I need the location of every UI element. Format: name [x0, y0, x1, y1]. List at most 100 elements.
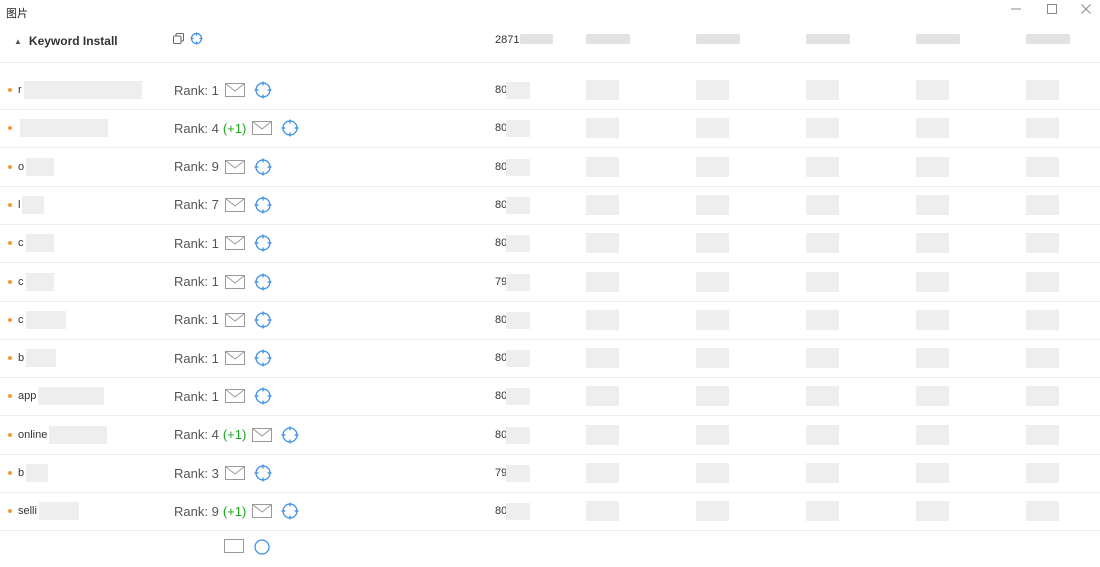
keyword-text[interactable]: online — [18, 429, 47, 441]
redacted-cell — [1026, 501, 1059, 522]
keyword-text[interactable]: b — [18, 467, 24, 479]
rank-cell: Rank: 1 — [174, 377, 272, 415]
mail-icon[interactable] — [252, 427, 273, 442]
target-icon[interactable] — [281, 426, 299, 444]
table-row: r Rank: 1 80 — [0, 71, 1100, 110]
target-icon[interactable] — [190, 32, 203, 50]
target-icon[interactable] — [254, 196, 272, 214]
keyword-text[interactable]: app — [18, 390, 36, 402]
keyword-text[interactable]: l — [18, 199, 20, 211]
bullet-icon — [8, 279, 12, 284]
redacted-cell — [696, 271, 729, 292]
redacted-cell — [806, 348, 839, 369]
mail-icon[interactable] — [224, 274, 245, 289]
keyword-cell: l — [8, 186, 45, 224]
rank-cell: Rank: 3 — [174, 454, 272, 492]
table-row: b Rank: 1 80 — [0, 339, 1100, 379]
mail-icon[interactable] — [224, 312, 245, 327]
keyword-text[interactable]: selli — [18, 505, 37, 517]
keyword-cell: o — [8, 148, 55, 186]
table-header: ▲ Keyword Install 2871 — [0, 24, 1100, 63]
keyword-text[interactable]: r — [18, 84, 22, 96]
target-icon[interactable] — [254, 464, 272, 482]
redacted-cell — [1026, 424, 1059, 445]
table-row: o Rank: 9 80 — [0, 148, 1100, 187]
table-row: c Rank: 1 80 — [0, 224, 1100, 264]
table-row: b Rank: 3 79 — [0, 454, 1100, 493]
rank-cell: Rank: 4 (+1) — [174, 109, 299, 147]
target-icon[interactable] — [281, 119, 299, 137]
copy-icon[interactable] — [172, 32, 185, 50]
rank-change: (+1) — [222, 503, 247, 519]
rank-cell: Rank: 9 — [174, 148, 272, 186]
target-icon[interactable] — [254, 273, 272, 291]
rank-label: Rank: 1 — [174, 388, 219, 404]
caret-up-icon: ▲ — [14, 36, 22, 46]
keyword-text[interactable]: c — [18, 276, 24, 288]
collapse-toggle[interactable]: ▲ Keyword Install — [14, 34, 118, 48]
keyword-text[interactable]: o — [18, 161, 24, 173]
keyword-cell: app — [8, 377, 105, 415]
maximize-icon — [1047, 4, 1057, 14]
redacted-cell — [916, 348, 949, 369]
redacted-cell — [586, 194, 619, 215]
mail-icon[interactable] — [224, 83, 245, 97]
redacted-cell — [1026, 80, 1059, 100]
mail-icon[interactable] — [224, 389, 245, 404]
bullet-icon — [8, 317, 12, 322]
close-button[interactable] — [1070, 0, 1100, 18]
mail-icon — [224, 539, 244, 553]
redacted-cell — [1026, 271, 1059, 292]
redacted-cell — [696, 118, 729, 139]
redacted-cell — [916, 386, 949, 407]
minimize-icon — [1011, 8, 1021, 10]
redacted-cell — [586, 271, 619, 292]
redacted-cell — [916, 271, 949, 292]
target-icon[interactable] — [254, 387, 272, 405]
redacted-cell — [506, 235, 530, 253]
keyword-text[interactable]: c — [18, 314, 24, 326]
redacted-cell — [806, 80, 839, 100]
redacted-cell — [696, 424, 729, 445]
mail-icon[interactable] — [224, 236, 245, 251]
redacted-cell — [506, 465, 530, 482]
redacted-cell — [586, 309, 619, 330]
redacted-cell — [916, 424, 949, 445]
keyword-text[interactable]: b — [18, 352, 24, 364]
target-icon[interactable] — [254, 311, 272, 329]
redacted-keyword — [26, 157, 55, 176]
redacted-cell — [806, 501, 839, 522]
mail-icon[interactable] — [252, 504, 273, 519]
target-icon[interactable] — [254, 349, 272, 367]
target-icon[interactable] — [254, 158, 272, 176]
target-icon[interactable] — [254, 234, 272, 252]
keyword-cell: c — [8, 301, 66, 339]
redacted-cell — [806, 194, 839, 215]
rank-cell: Rank: 1 — [174, 224, 272, 262]
target-icon[interactable] — [281, 502, 299, 520]
table-row: online Rank: 4 (+1) 80 — [0, 416, 1100, 455]
redacted-cell — [506, 120, 530, 138]
keyword-text[interactable]: c — [18, 237, 24, 249]
redacted-cell — [806, 34, 850, 44]
mail-icon[interactable] — [224, 197, 245, 212]
mail-icon[interactable] — [252, 121, 273, 136]
rank-label: Rank: 1 — [174, 235, 219, 251]
redacted-cell — [1026, 348, 1059, 369]
keyword-cell: online — [8, 416, 108, 454]
mail-icon[interactable] — [224, 351, 245, 366]
minimize-button[interactable] — [1000, 0, 1032, 18]
table-row: selli Rank: 9 (+1) 80 — [0, 492, 1100, 532]
redacted-cell — [916, 118, 949, 139]
redacted-cell — [916, 194, 949, 215]
bullet-icon — [8, 164, 12, 169]
redacted-cell — [806, 386, 839, 407]
redacted-cell — [1026, 309, 1059, 330]
mail-icon[interactable] — [224, 466, 245, 480]
redacted-cell — [586, 501, 619, 522]
target-icon[interactable] — [254, 81, 272, 99]
maximize-button[interactable] — [1036, 0, 1068, 18]
mail-icon[interactable] — [224, 159, 245, 174]
keyword-cell: r — [8, 71, 142, 109]
redacted-cell — [696, 34, 740, 44]
